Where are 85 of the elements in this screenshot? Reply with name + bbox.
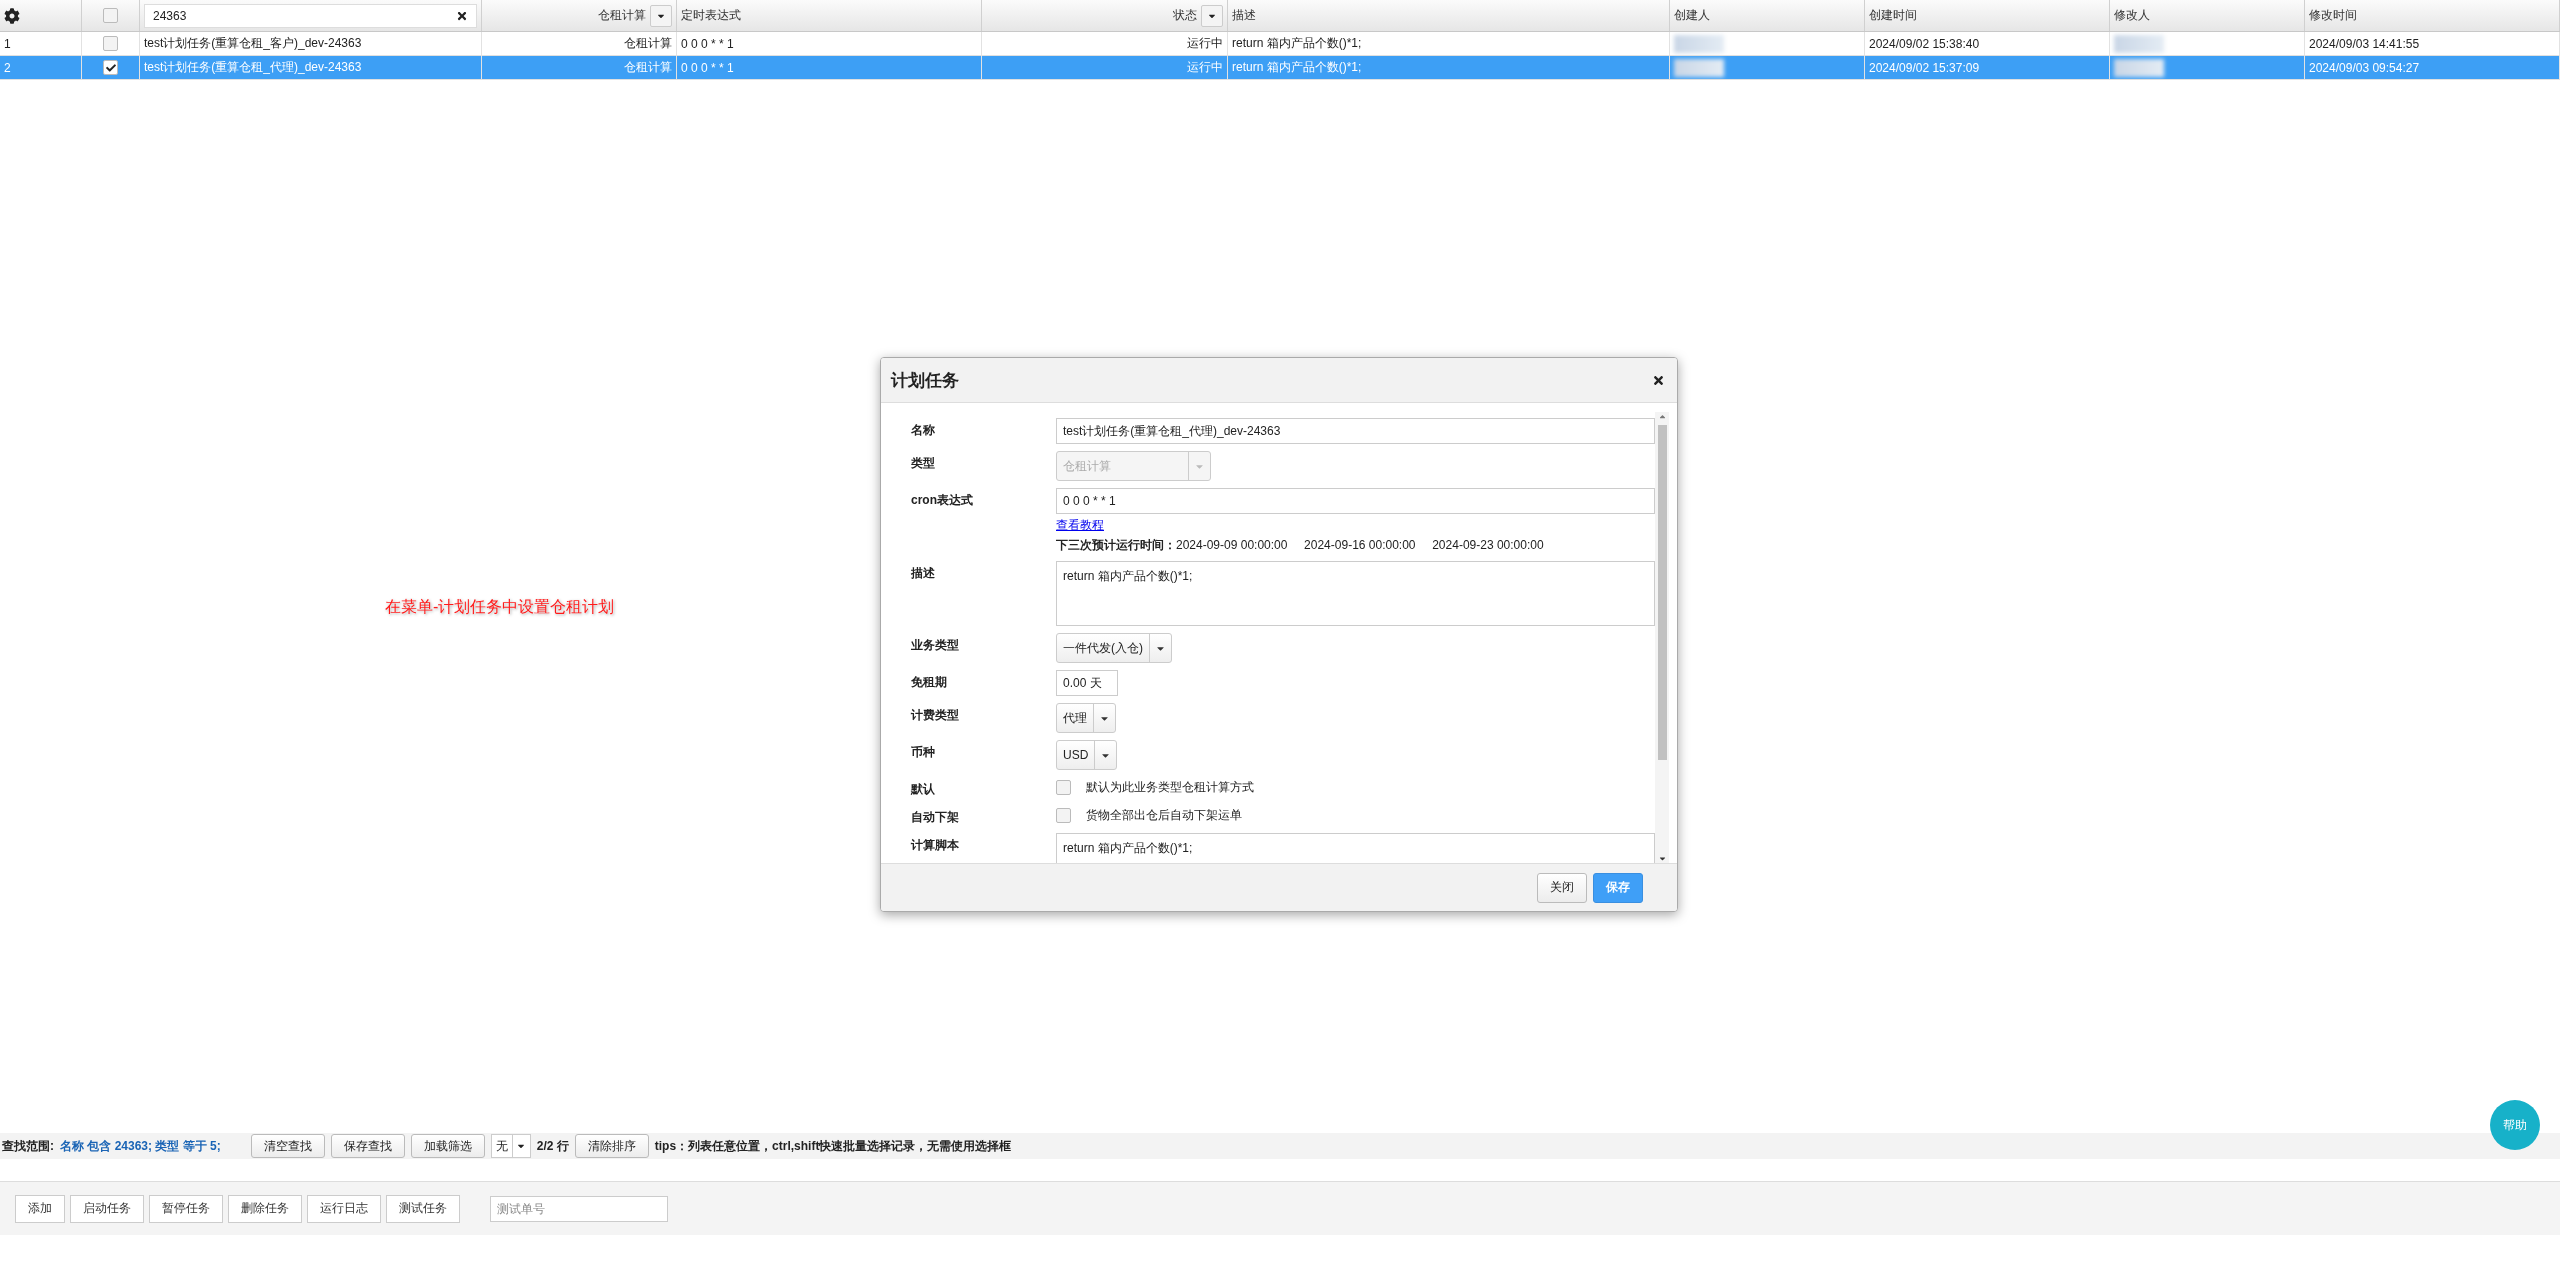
- table-cell: return 箱内产品个数()*1;: [1228, 32, 1670, 55]
- tutorial-link[interactable]: 查看教程: [1056, 517, 1104, 534]
- table-cell: 0 0 0 * * 1: [677, 32, 982, 55]
- table-cell: 仓租计算: [482, 32, 677, 55]
- preset-select[interactable]: 无: [490, 1134, 531, 1158]
- row-count: 2/2 行: [536, 1137, 569, 1155]
- filter-label: 查找范围:: [2, 1137, 54, 1155]
- table-cell: 1: [0, 32, 82, 55]
- name-field[interactable]: test计划任务(重算仓租_代理)_dev-24363: [1056, 418, 1655, 444]
- column-header: 定时表达式: [681, 7, 741, 24]
- table-cell: 2: [0, 56, 82, 79]
- filter-button[interactable]: 加载筛选: [410, 1134, 485, 1158]
- field-label: 名称: [911, 422, 936, 439]
- blurred-text: [1674, 58, 1724, 77]
- column-header: 创建时间: [1869, 7, 1917, 24]
- clear-icon[interactable]: [456, 9, 468, 22]
- table-row[interactable]: 1 test计划任务(重算仓租_客户)_dev-24363 仓租计算 0 0 0 * * 1 运行中 return 箱内产品个数()*1; 2024/09/02 15:38:40 2024/09/03 14:41:55: [0, 32, 2560, 56]
- column-header: 创建人: [1674, 7, 1710, 24]
- field-label: 币种: [911, 744, 936, 761]
- field-label: 计费类型: [911, 707, 960, 724]
- table-cell: 2024/09/02 15:38:40: [1865, 32, 2110, 55]
- blurred-text: [1674, 34, 1724, 53]
- row-checkbox[interactable]: [103, 36, 118, 51]
- dropdown-caret-icon[interactable]: [650, 4, 672, 27]
- field-label: 默认: [911, 781, 936, 798]
- field-label: 类型: [911, 455, 936, 472]
- filter-button[interactable]: 保存查找: [330, 1134, 405, 1158]
- checkbox[interactable]: [1056, 780, 1071, 795]
- test-number-field[interactable]: 测试单号: [490, 1195, 668, 1222]
- column-header: 状态: [1173, 7, 1197, 24]
- close-button[interactable]: 关闭: [1537, 872, 1587, 903]
- column-header: 修改时间: [2309, 7, 2357, 24]
- table-cell: test计划任务(重算仓租_代理)_dev-24363: [140, 56, 482, 79]
- cron-field[interactable]: 0 0 0 * * 1: [1056, 488, 1655, 514]
- script-field[interactable]: return 箱内产品个数()*1;: [1056, 833, 1655, 863]
- checkbox[interactable]: [1056, 808, 1071, 823]
- toolbar-button[interactable]: 添加: [15, 1194, 65, 1223]
- select-field[interactable]: USD: [1056, 740, 1118, 770]
- close-icon[interactable]: [1652, 373, 1665, 387]
- column-header: 仓租计算: [598, 7, 646, 24]
- checkbox-label: 默认为此业务类型仓租计算方式: [1086, 779, 1254, 796]
- select-all-checkbox[interactable]: [103, 8, 118, 23]
- toolbar-button[interactable]: 测试任务: [386, 1194, 460, 1223]
- select-field[interactable]: 代理: [1056, 703, 1116, 733]
- scroll-down-icon[interactable]: [1657, 854, 1667, 863]
- checkbox-label: 货物全部出仓后自动下架运单: [1086, 807, 1242, 824]
- table-cell: 仓租计算: [482, 56, 677, 79]
- field-label: 计算脚本: [911, 837, 960, 854]
- table-cell: 0 0 0 * * 1: [677, 56, 982, 79]
- toolbar-button[interactable]: 启动任务: [70, 1194, 144, 1223]
- table-cell: 2024/09/03 09:54:27: [2305, 56, 2560, 79]
- annotation-text: 在菜单-计划任务中设置仓租计划: [385, 597, 615, 617]
- table-cell: test计划任务(重算仓租_客户)_dev-24363: [140, 32, 482, 55]
- field-label: 描述: [911, 565, 936, 582]
- field-label: 自动下架: [911, 809, 960, 826]
- clear-sort-button[interactable]: 清除排序: [574, 1134, 649, 1158]
- select-field[interactable]: 一件代发(入仓): [1056, 633, 1172, 663]
- field-label: cron表达式: [911, 492, 974, 509]
- filter-field[interactable]: 24363: [144, 3, 477, 28]
- column-header: 描述: [1232, 7, 1256, 24]
- blurred-text: [2114, 34, 2164, 53]
- settings-icon[interactable]: [4, 7, 20, 24]
- toolbar-button[interactable]: 运行日志: [307, 1194, 381, 1223]
- dialog-title: 计划任务: [891, 369, 959, 392]
- filter-conditions: 名称 包含 24363; 类型 等于 5;: [60, 1137, 221, 1155]
- table-cell: 运行中: [982, 56, 1228, 79]
- days-field[interactable]: 0.00 天: [1056, 670, 1118, 696]
- scroll-up-icon[interactable]: [1657, 412, 1667, 421]
- table-cell: return 箱内产品个数()*1;: [1228, 56, 1670, 79]
- field-label: 业务类型: [911, 637, 960, 654]
- filter-button[interactable]: 清空查找: [250, 1134, 325, 1158]
- toolbar-button[interactable]: 删除任务: [228, 1194, 302, 1223]
- table-cell: 运行中: [982, 32, 1228, 55]
- toolbar-button[interactable]: 暂停任务: [149, 1194, 223, 1223]
- field-label: 免租期: [911, 674, 948, 691]
- dropdown-caret-icon[interactable]: [1201, 4, 1223, 27]
- column-header: 修改人: [2114, 7, 2150, 24]
- description-field[interactable]: return 箱内产品个数()*1;: [1056, 561, 1655, 626]
- table-cell: 2024/09/02 15:37:09: [1865, 56, 2110, 79]
- table-cell: 2024/09/03 14:41:55: [2305, 32, 2560, 55]
- row-checkbox[interactable]: [103, 60, 118, 75]
- scrollbar[interactable]: [1655, 412, 1669, 863]
- next-run-times: 下三次预计运行时间：2024-09-09 00:00:00 2024-09-16 00:00:00 2024-09-23 00:00:00: [1056, 537, 1544, 554]
- tips-text: tips：列表任意位置，ctrl,shift快速批量选择记录，无需使用选择框: [654, 1137, 1012, 1155]
- blurred-text: [2114, 58, 2164, 77]
